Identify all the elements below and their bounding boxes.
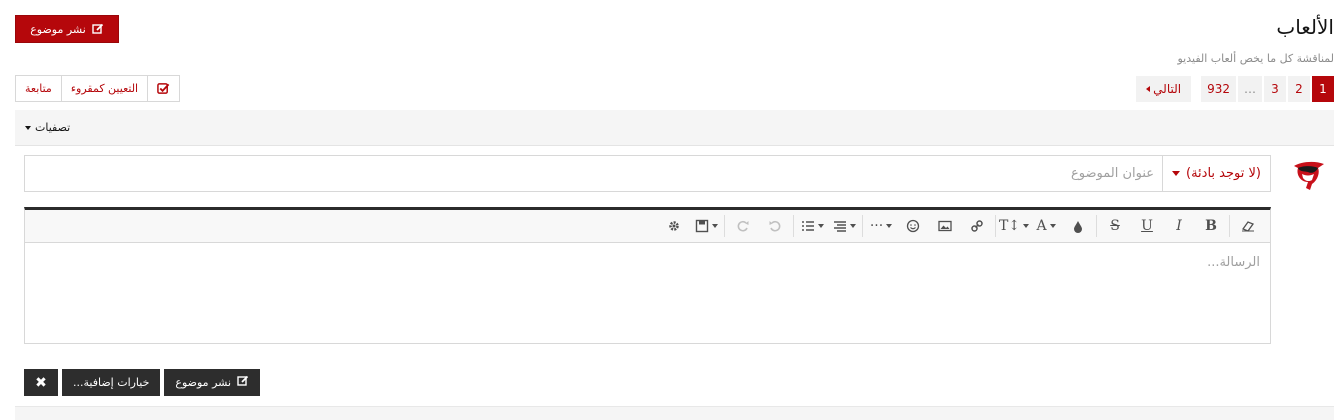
forum-description: لمناقشة كل ما يخص ألعاب الفيديو — [1177, 52, 1334, 65]
eraser-icon[interactable] — [1232, 215, 1264, 237]
thread-title-row: (لا توجد بادئة) — [24, 155, 1271, 192]
font-size-icon[interactable]: T↕ — [998, 215, 1030, 237]
cancel-button[interactable]: ✖ — [24, 369, 58, 396]
undo-icon[interactable] — [759, 215, 791, 237]
next-page-label: التالي — [1153, 82, 1182, 96]
pagination-ellipsis[interactable]: … — [1238, 76, 1262, 102]
filters-label: تصفيات — [35, 121, 71, 134]
link-icon[interactable] — [961, 215, 993, 237]
avatar[interactable] — [1288, 154, 1328, 194]
mark-read-link[interactable]: التعيين كمقروء — [60, 76, 147, 101]
underline-icon[interactable]: U — [1131, 215, 1163, 237]
redo-icon[interactable] — [727, 215, 759, 237]
more-options-button[interactable]: خيارات إضافية... — [62, 369, 161, 396]
inline-mod-toggle[interactable] — [147, 76, 179, 101]
italic-icon[interactable]: I — [1163, 215, 1195, 237]
form-buttons: ✖ خيارات إضافية... نشر موضوع — [24, 369, 261, 396]
font-family-icon[interactable]: A — [1030, 215, 1062, 237]
align-icon[interactable] — [828, 215, 860, 237]
checkbox-check-icon — [157, 83, 170, 94]
page-2-link[interactable]: 2 — [1288, 76, 1310, 102]
submit-thread-label: نشر موضوع — [175, 376, 232, 389]
phantom-hat-avatar-icon — [1294, 161, 1324, 190]
drafts-icon[interactable] — [690, 215, 722, 237]
strikethrough-icon[interactable]: S — [1099, 215, 1131, 237]
post-thread-button[interactable]: نشر موضوع — [15, 15, 119, 43]
filters-menu[interactable]: تصفيات — [25, 121, 70, 134]
page-last-link[interactable]: 932 — [1201, 76, 1236, 102]
image-icon[interactable] — [929, 215, 961, 237]
insert-more-icon[interactable]: ··· — [865, 215, 897, 237]
chevron-left-icon — [1146, 86, 1151, 92]
submit-thread-button[interactable]: نشر موضوع — [164, 369, 261, 396]
smilie-icon[interactable] — [897, 215, 929, 237]
thread-title-input[interactable] — [25, 156, 1163, 191]
list-icon[interactable] — [796, 215, 828, 237]
editor-toolbar: B I U S A T↕ ··· — [25, 210, 1270, 243]
forum-actions: متابعة التعيين كمقروء — [15, 75, 181, 102]
forum-title: الألعاب — [1276, 15, 1334, 39]
post-thread-label: نشر موضوع — [30, 22, 86, 36]
edit-icon — [237, 375, 249, 390]
next-page-link[interactable]: التالي — [1136, 76, 1192, 102]
page-3-link[interactable]: 3 — [1264, 76, 1286, 102]
caret-down-icon — [1172, 171, 1181, 176]
prefix-selector[interactable]: (لا توجد بادئة) — [1162, 156, 1270, 191]
caret-down-icon — [25, 125, 31, 130]
page-1-link[interactable]: 1 — [1312, 76, 1334, 102]
settings-icon[interactable] — [658, 215, 690, 237]
message-textarea[interactable]: الرسالة... — [25, 243, 1270, 341]
message-editor: B I U S A T↕ ··· الرسالة... — [24, 207, 1271, 344]
pagination: 1 2 3 … 932 التالي — [1136, 76, 1334, 102]
footer-strip — [15, 406, 1334, 420]
filters-bar: تصفيات — [15, 110, 1334, 146]
color-icon[interactable] — [1062, 215, 1094, 237]
edit-icon — [92, 23, 104, 35]
watch-forum-link[interactable]: متابعة — [16, 76, 61, 101]
bold-icon[interactable]: B — [1195, 215, 1227, 237]
prefix-label: (لا توجد بادئة) — [1186, 166, 1261, 181]
